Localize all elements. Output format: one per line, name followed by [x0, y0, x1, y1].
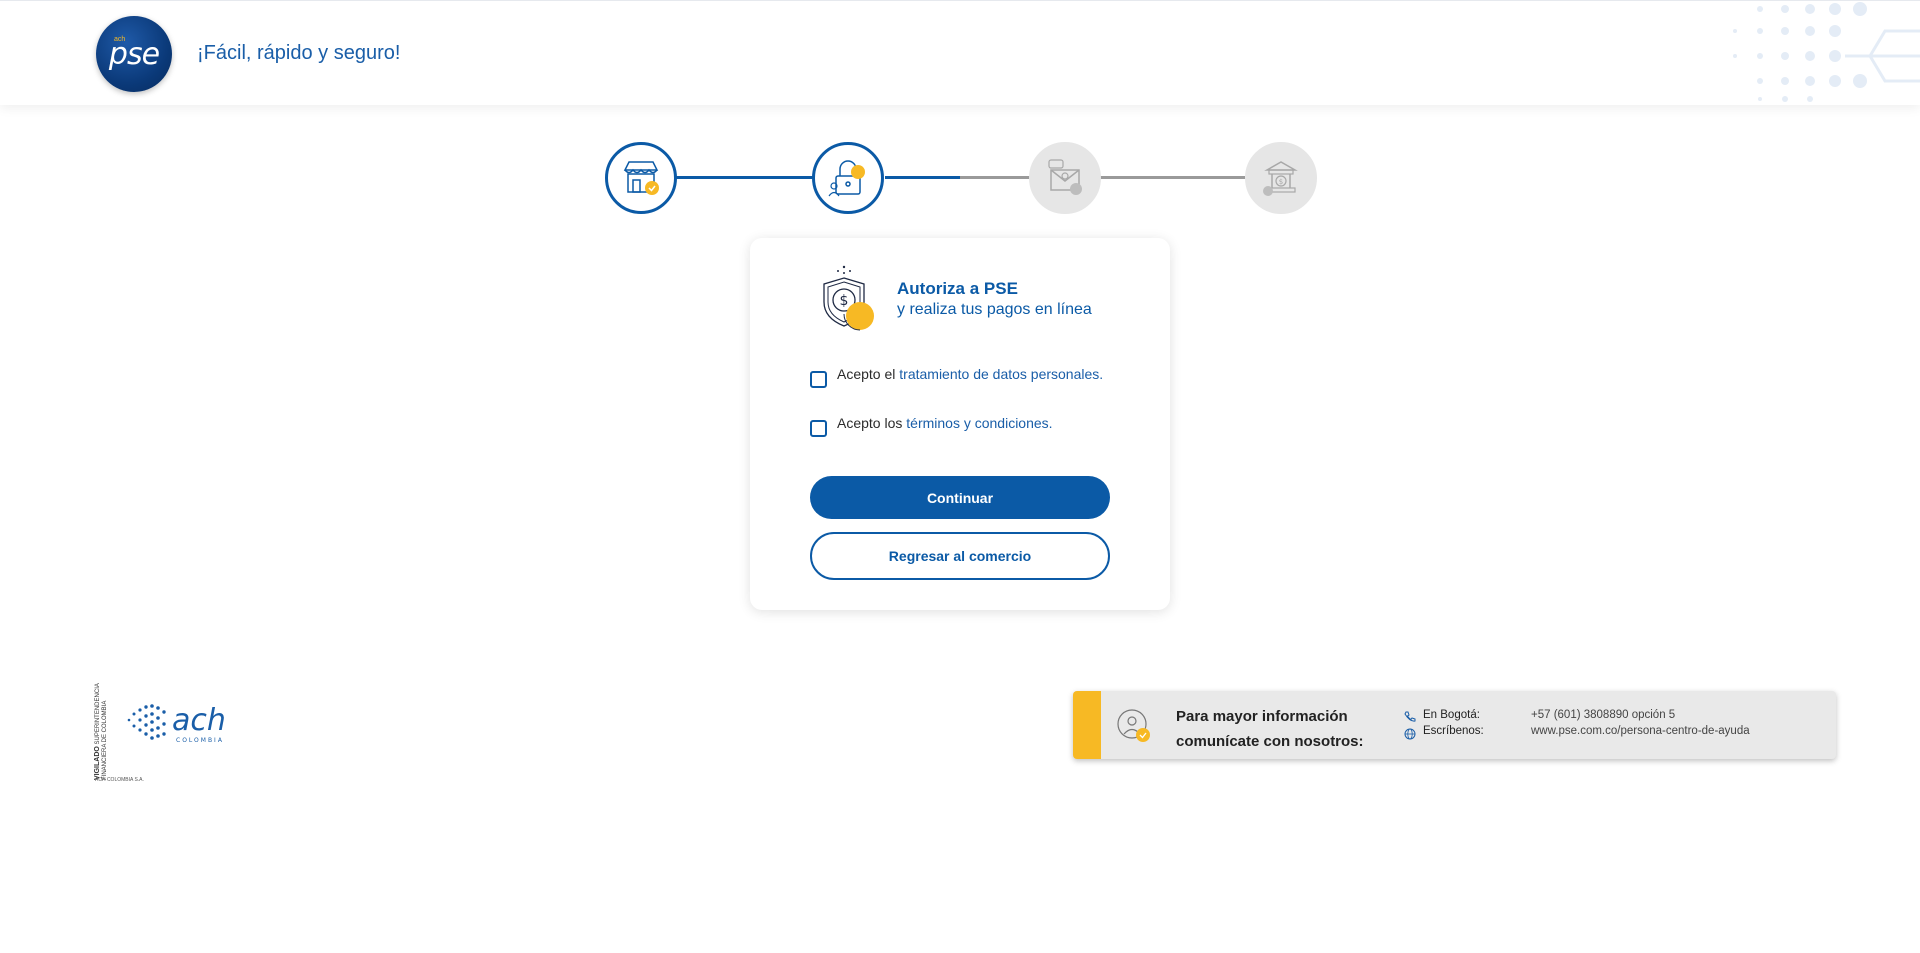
- back-to-merchant-button[interactable]: Regresar al comercio: [810, 532, 1110, 580]
- lock-icon: [828, 160, 865, 197]
- bank-icon: $: [1263, 161, 1298, 196]
- web-label: Escríbenos:: [1423, 725, 1484, 737]
- shield-money-icon: $: [823, 265, 874, 331]
- globe-icon: [1404, 728, 1416, 740]
- decorative-dots-icon: [1733, 2, 1920, 102]
- contact-title-line2: comunícate con nosotros:: [1176, 733, 1364, 750]
- card-subtitle: y realiza tus pagos en línea: [897, 301, 1092, 318]
- logo-ach-text: ach: [114, 36, 126, 43]
- phone-value: +57 (601) 3808890 opción 5: [1531, 709, 1676, 721]
- continue-button[interactable]: Continuar: [810, 476, 1110, 519]
- consent-data-link[interactable]: tratamiento de datos personales.: [899, 366, 1103, 382]
- consent-terms-checkbox[interactable]: [810, 420, 827, 437]
- phone-label: En Bogotá:: [1423, 709, 1480, 721]
- contact-title: Para mayor información comunícate con no…: [1176, 704, 1364, 754]
- phone-icon: [1404, 711, 1416, 722]
- vigilado-label: VIGILADO: [94, 746, 101, 780]
- ach-logo-sub: COLOMBIA: [176, 737, 224, 744]
- web-value[interactable]: www.pse.com.co/persona-centro-de-ayuda: [1531, 725, 1750, 737]
- step-connector: [1100, 176, 1245, 179]
- consent-data-row: Acepto el tratamiento de datos personale…: [810, 366, 1103, 388]
- step-connector: [885, 176, 960, 179]
- step-4: $: [1245, 142, 1317, 214]
- vigilado-seal: VIGILADO SUPERINTENDENCIA FINANCIERA DE …: [94, 662, 110, 780]
- step-connector: [675, 176, 815, 179]
- consent-terms-link[interactable]: términos y condiciones.: [906, 415, 1052, 431]
- support-agent-icon: [1117, 709, 1150, 742]
- contact-info-box: Para mayor información comunícate con no…: [1073, 691, 1836, 759]
- authorization-card: $ Autoriza a PSE y realiza tus pagos en …: [750, 238, 1170, 610]
- consent-data-prefix: Acepto el: [837, 366, 896, 382]
- step-1: [605, 142, 677, 214]
- consent-terms-row: Acepto los términos y condiciones.: [810, 415, 1053, 437]
- svg-text:$: $: [1279, 178, 1283, 186]
- header: ach pse ¡Fácil, rápido y seguro!: [0, 0, 1920, 105]
- ach-logo-text: ach: [172, 703, 226, 738]
- step-connector: [960, 176, 1030, 179]
- consent-terms-prefix: Acepto los: [837, 415, 903, 431]
- card-title: Autoriza a PSE: [897, 279, 1018, 298]
- step-2: [812, 142, 884, 214]
- store-icon: [623, 161, 659, 195]
- envelope-icon: [1048, 159, 1082, 195]
- ach-colombia-logo: ach COLOMBIA: [127, 703, 226, 744]
- tagline: ¡Fácil, rápido y seguro!: [197, 42, 401, 64]
- company-name: ACH COLOMBIA S.A.: [95, 777, 144, 783]
- step-3: [1029, 142, 1101, 214]
- progress-stepper: $: [605, 140, 1317, 214]
- info-accent-bar: [1073, 691, 1101, 759]
- pse-logo: ach pse: [96, 16, 172, 92]
- consent-data-checkbox[interactable]: [810, 371, 827, 388]
- svg-text:$: $: [840, 293, 849, 309]
- contact-title-line1: Para mayor información: [1176, 708, 1348, 725]
